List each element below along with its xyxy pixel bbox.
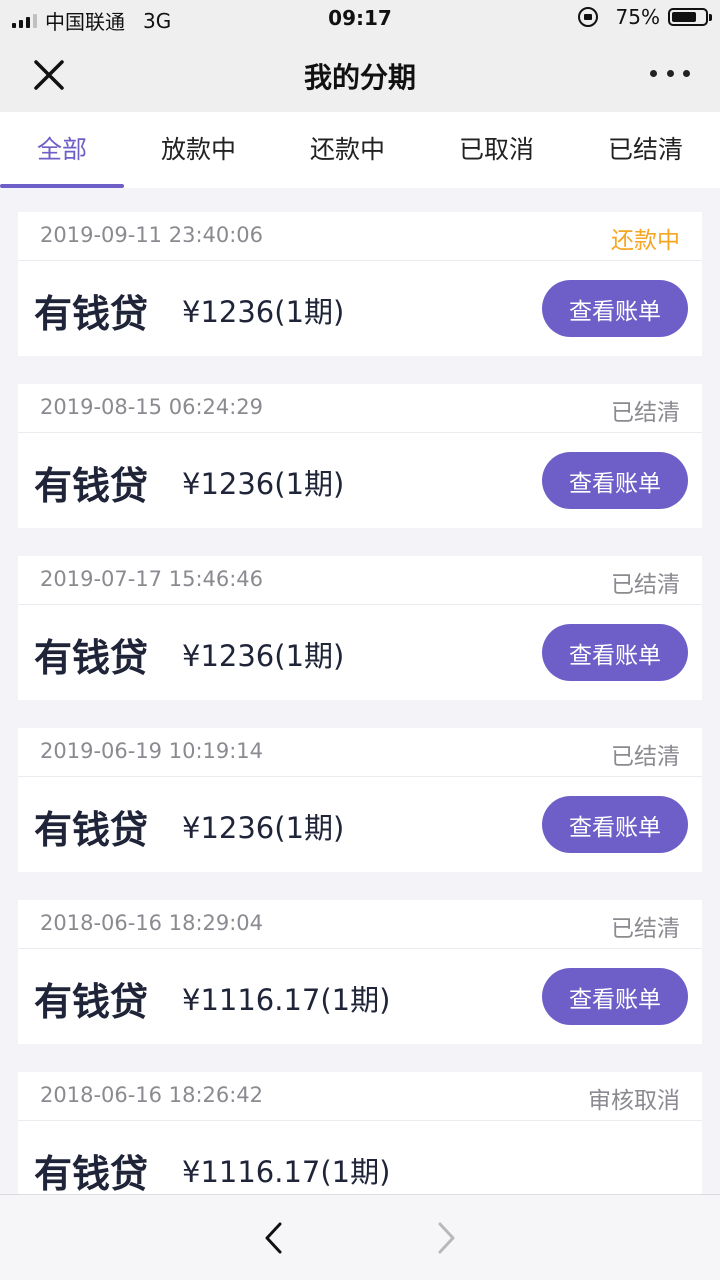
view-bill-button[interactable]: 查看账单 bbox=[542, 968, 688, 1025]
back-arrow-icon[interactable] bbox=[262, 1221, 286, 1255]
card-body: 有钱贷 ¥1236(1期) 查看账单 bbox=[18, 261, 702, 356]
loan-amount: ¥1236(1期) bbox=[182, 295, 345, 329]
card-header: 2019-08-15 06:24:29 已结清 bbox=[18, 384, 702, 433]
tab-cancelled[interactable]: 已取消 bbox=[422, 112, 571, 188]
loan-status: 还款中 bbox=[611, 228, 680, 254]
loan-list: 2019-09-11 23:40:06 还款中 有钱贷 ¥1236(1期) 查看… bbox=[18, 212, 702, 1244]
tab-disbursing[interactable]: 放款中 bbox=[124, 112, 273, 188]
loan-status: 已结清 bbox=[611, 744, 680, 770]
loan-status: 审核取消 bbox=[588, 1088, 680, 1114]
tab-settled[interactable]: 已结清 bbox=[571, 112, 720, 188]
loan-date: 2019-09-11 23:40:06 bbox=[40, 223, 264, 247]
loan-status: 已结清 bbox=[611, 916, 680, 942]
view-bill-button[interactable]: 查看账单 bbox=[542, 796, 688, 853]
card-body: 有钱贷 ¥1236(1期) 查看账单 bbox=[18, 605, 702, 700]
tab-repaying[interactable]: 还款中 bbox=[273, 112, 422, 188]
forward-arrow-icon[interactable] bbox=[434, 1221, 458, 1255]
loan-status: 已结清 bbox=[611, 400, 680, 426]
card-header: 2019-06-19 10:19:14 已结清 bbox=[18, 728, 702, 777]
loan-card: 2019-09-11 23:40:06 还款中 有钱贷 ¥1236(1期) 查看… bbox=[18, 212, 702, 356]
loan-product-name: 有钱贷 bbox=[34, 292, 149, 336]
loan-status: 已结清 bbox=[611, 572, 680, 598]
card-header: 2019-07-17 15:46:46 已结清 bbox=[18, 556, 702, 605]
view-bill-button[interactable]: 查看账单 bbox=[542, 280, 688, 337]
loan-product-name: 有钱贷 bbox=[34, 808, 149, 852]
battery-icon bbox=[668, 8, 712, 26]
nav-bar: 我的分期 bbox=[0, 36, 720, 112]
more-icon[interactable] bbox=[650, 60, 690, 86]
card-body: 有钱贷 ¥1116.17(1期) 查看账单 bbox=[18, 949, 702, 1044]
loan-amount: ¥1116.17(1期) bbox=[182, 983, 391, 1017]
loan-card: 2019-08-15 06:24:29 已结清 有钱贷 ¥1236(1期) 查看… bbox=[18, 384, 702, 528]
view-bill-button[interactable]: 查看账单 bbox=[542, 624, 688, 681]
card-header: 2018-06-16 18:29:04 已结清 bbox=[18, 900, 702, 949]
screen: 中国联通 3G 09:17 75% 我的分期 全部 放款中 还款中 已取消 已结… bbox=[0, 0, 720, 1280]
battery-fill bbox=[672, 12, 696, 22]
bottom-toolbar bbox=[0, 1194, 720, 1280]
rotation-lock-icon bbox=[577, 7, 598, 27]
loan-date: 2019-06-19 10:19:14 bbox=[40, 739, 264, 763]
loan-date: 2019-08-15 06:24:29 bbox=[40, 395, 264, 419]
loan-product-name: 有钱贷 bbox=[34, 1152, 149, 1196]
loan-amount: ¥1236(1期) bbox=[182, 811, 345, 845]
loan-card: 2019-06-19 10:19:14 已结清 有钱贷 ¥1236(1期) 查看… bbox=[18, 728, 702, 872]
loan-card: 2018-06-16 18:29:04 已结清 有钱贷 ¥1116.17(1期)… bbox=[18, 900, 702, 1044]
tab-bar: 全部 放款中 还款中 已取消 已结清 bbox=[0, 112, 720, 188]
battery-percent: 75% bbox=[615, 5, 660, 29]
status-right: 75% bbox=[577, 5, 712, 29]
loan-product-name: 有钱贷 bbox=[34, 980, 149, 1024]
card-body: 有钱贷 ¥1236(1期) 查看账单 bbox=[18, 433, 702, 528]
status-bar: 中国联通 3G 09:17 75% bbox=[0, 0, 720, 36]
loan-amount: ¥1236(1期) bbox=[182, 467, 345, 501]
loan-product-name: 有钱贷 bbox=[34, 464, 149, 508]
loan-card: 2019-07-17 15:46:46 已结清 有钱贷 ¥1236(1期) 查看… bbox=[18, 556, 702, 700]
loan-product-name: 有钱贷 bbox=[34, 636, 149, 680]
card-body: 有钱贷 ¥1236(1期) 查看账单 bbox=[18, 777, 702, 872]
loan-amount: ¥1236(1期) bbox=[182, 639, 345, 673]
page-title: 我的分期 bbox=[303, 61, 416, 94]
loan-date: 2018-06-16 18:26:42 bbox=[40, 1083, 264, 1107]
loan-date: 2019-07-17 15:46:46 bbox=[40, 567, 264, 591]
loan-amount: ¥1116.17(1期) bbox=[182, 1155, 391, 1189]
view-bill-button[interactable]: 查看账单 bbox=[542, 452, 688, 509]
card-header: 2019-09-11 23:40:06 还款中 bbox=[18, 212, 702, 261]
tab-all[interactable]: 全部 bbox=[0, 112, 124, 188]
loan-date: 2018-06-16 18:29:04 bbox=[40, 911, 264, 935]
card-header: 2018-06-16 18:26:42 审核取消 bbox=[18, 1072, 702, 1121]
